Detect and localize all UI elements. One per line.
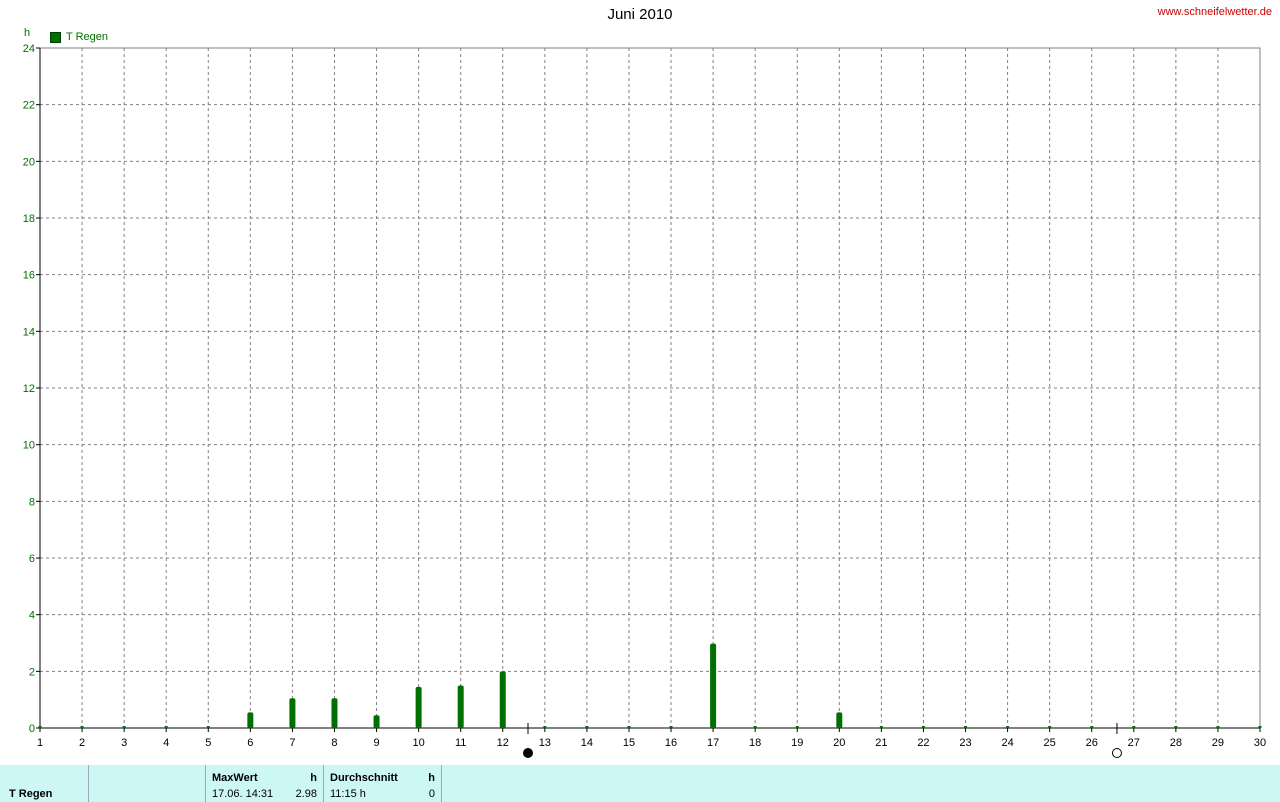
bar [585,726,589,728]
bar [38,726,42,728]
x-tick-label: 22 [917,737,929,749]
x-tick-label: 23 [959,737,971,749]
x-tick-label: 26 [1086,737,1098,749]
x-tick-label: 20 [833,737,845,749]
x-tick-label: 15 [623,737,635,749]
bar [836,712,843,728]
series-name-cell: T Regen [0,765,89,802]
y-tick-label: 22 [23,100,35,112]
x-tick-label: 17 [707,737,719,749]
x-tick-label: 29 [1212,737,1224,749]
x-tick-label: 10 [412,737,424,749]
x-tick-label: 28 [1170,737,1182,749]
x-tick-label: 16 [665,737,677,749]
x-tick-label: 11 [455,737,466,749]
y-tick-label: 24 [23,43,35,55]
bar [206,726,210,728]
full-moon-icon [1111,748,1122,758]
max-value: 2.98 [295,788,317,800]
bar [289,698,296,728]
x-tick-label: 2 [79,737,85,749]
y-tick-label: 10 [23,440,35,452]
bar [1258,726,1262,728]
y-tick-label: 14 [23,326,35,338]
x-tick-label: 5 [205,737,211,749]
bar [753,726,757,728]
max-date: 17.06. 14:31 [212,788,274,800]
bar [543,726,547,728]
bar [80,726,84,728]
bar [710,643,717,728]
x-tick-label: 27 [1128,737,1140,749]
max-cell: MaxWert h 17.06. 14:31 2.98 [206,765,324,802]
x-tick-label: 12 [497,737,509,749]
bar [499,671,506,728]
x-tick-label: 30 [1254,737,1266,749]
x-tick-label: 14 [581,737,593,749]
bar [921,726,925,728]
bar [1090,726,1094,728]
series-name: T Regen [9,788,53,800]
x-tick-label: 19 [791,737,803,749]
avg-value: 0 [428,788,435,800]
y-tick-label: 16 [23,270,35,282]
bar [1048,726,1052,728]
bar [247,712,254,728]
x-tick-label: 3 [121,737,127,749]
avg-unit: h [428,772,435,784]
rain-hours-chart: 1 2 3 4 5 6 7 8 9 10 11 12 13 14 15 16 17 18 19 20 21 22 23 24 2… [23,43,1266,758]
bar [415,686,422,728]
y-tick-label: 4 [29,610,35,622]
bar [964,726,968,728]
avg-time: 11:15 h [330,788,366,800]
x-tick-label: 24 [1001,737,1013,749]
bar [1216,726,1220,728]
x-tick-label: 9 [373,737,379,749]
y-tick-label: 6 [29,553,35,565]
y-tick-label: 8 [29,496,35,508]
max-header: MaxWert [212,772,258,784]
bar [627,726,631,728]
bar [1132,726,1136,728]
x-tick-label: 8 [331,737,337,749]
bar [331,698,338,728]
spacer-cell [89,765,206,802]
bar [373,715,380,728]
y-tick-label: 12 [23,383,35,395]
stats-footer: T Regen MaxWert h 17.06. 14:31 2.98 Durc… [0,765,1280,802]
y-tick-label: 2 [29,666,35,678]
x-tick-label: 7 [289,737,295,749]
bar [795,726,799,728]
bar [457,685,464,728]
y-tick-label: 20 [23,156,35,168]
avg-header: Durchschnitt [330,772,398,784]
max-unit: h [310,772,317,784]
bar [1006,726,1010,728]
y-tick-label: 18 [23,213,35,225]
x-tick-label: 6 [247,737,253,749]
bar [164,726,168,728]
bar [879,726,883,728]
avg-cell: Durchschnitt h 11:15 h 0 [324,765,442,802]
y-tick-label: 0 [29,723,35,735]
x-tick-label: 1 [37,737,43,749]
x-tick-label: 13 [539,737,551,749]
bar [1174,726,1178,728]
bar [122,726,126,728]
bar [669,726,673,728]
new-moon-icon [523,748,533,758]
x-tick-label: 18 [749,737,761,749]
x-tick-label: 25 [1044,737,1056,749]
x-tick-label: 4 [163,737,169,749]
x-tick-label: 21 [875,737,887,749]
